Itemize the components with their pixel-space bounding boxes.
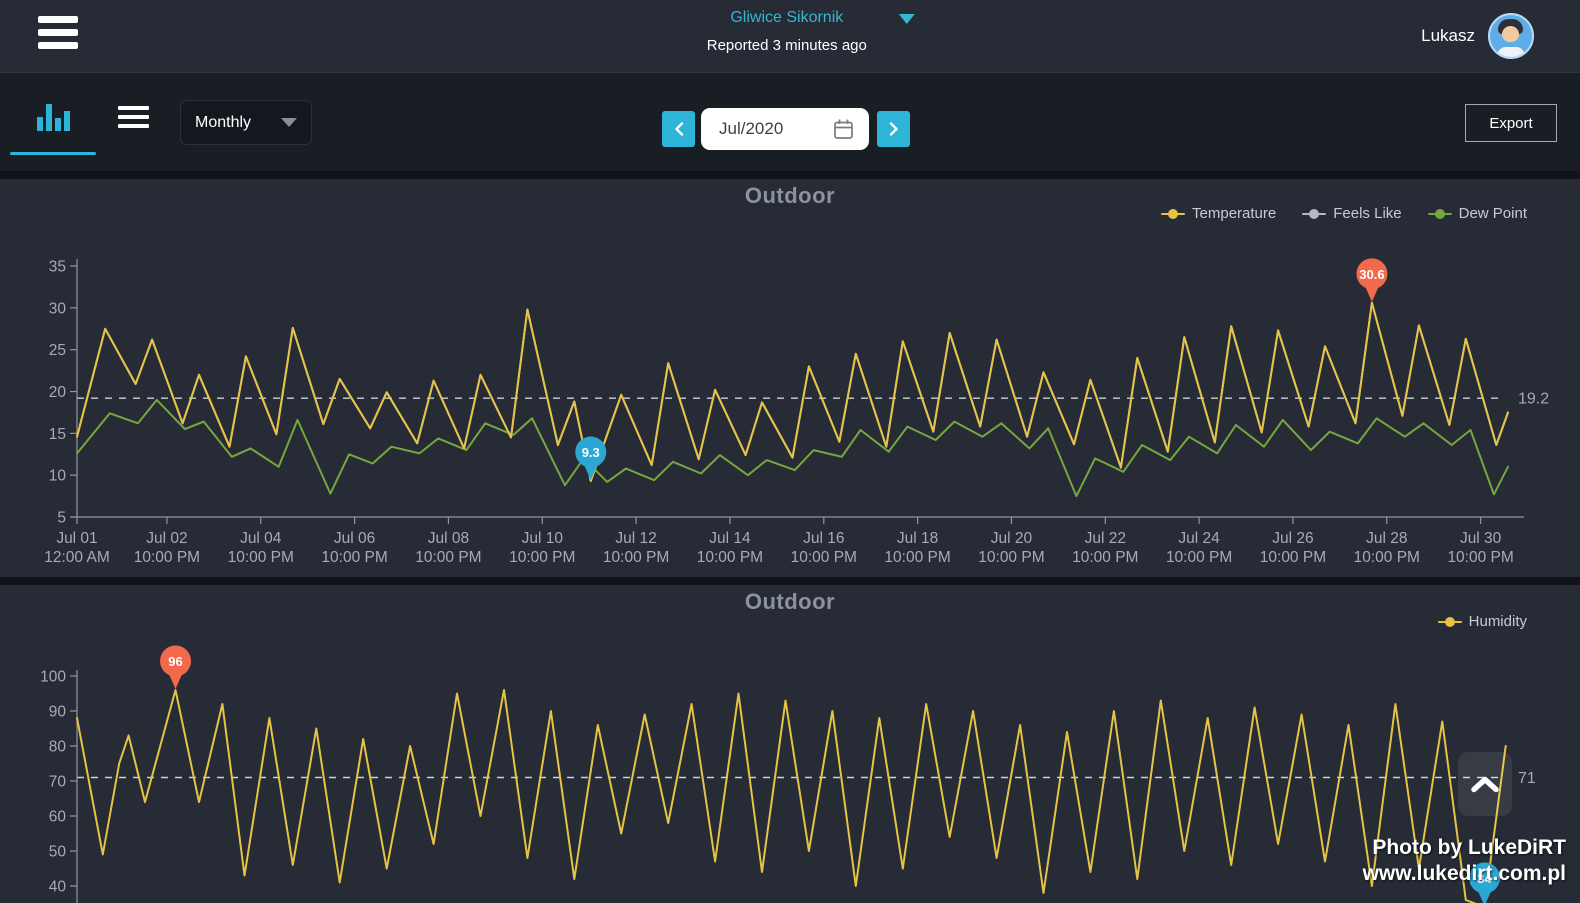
reported-status: Reported 3 minutes ago bbox=[707, 37, 867, 54]
range-select-value: Monthly bbox=[195, 114, 251, 132]
photo-credit-line1: Photo by LukeDiRT bbox=[1363, 835, 1566, 861]
x-axis-label-time: 10:00 PM bbox=[415, 549, 481, 566]
user-area: Lukasz bbox=[1421, 13, 1534, 59]
average-line-label: 71 bbox=[1518, 770, 1536, 787]
x-axis-label-date: Jul 28 bbox=[1366, 530, 1407, 547]
menu-button[interactable] bbox=[38, 15, 80, 55]
tab-chart-view[interactable] bbox=[24, 103, 84, 134]
x-axis-label-date: Jul 04 bbox=[240, 530, 282, 547]
x-axis-label-time: 10:00 PM bbox=[697, 549, 763, 566]
menu-icon bbox=[38, 16, 78, 23]
x-axis-label-time: 10:00 PM bbox=[1072, 549, 1138, 566]
list-icon bbox=[118, 106, 149, 110]
x-axis-label-date: Jul 06 bbox=[334, 530, 375, 547]
x-axis-label-time: 10:00 PM bbox=[978, 549, 1044, 566]
x-axis-label-time: 10:00 PM bbox=[1260, 549, 1326, 566]
x-axis-label-date: Jul 26 bbox=[1272, 530, 1313, 547]
x-axis-label-time: 10:00 PM bbox=[509, 549, 575, 566]
x-axis-label-date: Jul 16 bbox=[803, 530, 844, 547]
x-axis-label-date: Jul 14 bbox=[709, 530, 751, 547]
y-axis-label: 15 bbox=[49, 426, 66, 443]
x-axis-label-date: Jul 22 bbox=[1085, 530, 1126, 547]
station-header: Gliwice Sikornik Reported 3 minutes ago bbox=[707, 9, 867, 54]
x-axis-label-date: Jul 02 bbox=[146, 530, 187, 547]
marker-value-label: 30.6 bbox=[1359, 267, 1384, 282]
chevron-right-icon bbox=[888, 121, 900, 137]
calendar-icon[interactable] bbox=[832, 118, 855, 141]
x-axis-label-date: Jul 20 bbox=[991, 530, 1033, 547]
x-axis-label-time: 10:00 PM bbox=[791, 549, 857, 566]
avatar-face bbox=[1502, 26, 1519, 42]
y-axis-label: 35 bbox=[49, 259, 66, 276]
x-axis-label-date: Jul 12 bbox=[615, 530, 656, 547]
previous-period-button[interactable] bbox=[662, 111, 695, 147]
y-axis-label: 5 bbox=[57, 510, 66, 527]
x-axis-label-time: 10:00 PM bbox=[603, 549, 669, 566]
y-axis-label: 60 bbox=[49, 809, 67, 826]
y-axis-label: 30 bbox=[49, 300, 67, 317]
y-axis-label: 20 bbox=[49, 384, 67, 401]
x-axis-label-date: Jul 24 bbox=[1178, 530, 1220, 547]
user-name: Lukasz bbox=[1421, 26, 1475, 46]
x-axis-label-time: 10:00 PM bbox=[134, 549, 200, 566]
y-axis-label: 10 bbox=[49, 468, 67, 485]
bar-chart-icon bbox=[37, 103, 71, 131]
avatar-shirt bbox=[1497, 47, 1525, 59]
photo-credit: Photo by LukeDiRT www.lukedirt.com.pl bbox=[1363, 835, 1566, 887]
chevron-up-icon bbox=[1470, 776, 1500, 793]
chevron-down-icon bbox=[281, 118, 297, 127]
station-name[interactable]: Gliwice Sikornik bbox=[730, 9, 843, 26]
weather-dashboard: Gliwice Sikornik Reported 3 minutes ago … bbox=[0, 0, 1580, 903]
y-axis-label: 40 bbox=[49, 879, 67, 896]
y-axis-label: 25 bbox=[49, 342, 66, 359]
export-button[interactable]: Export bbox=[1465, 104, 1557, 142]
chevron-left-icon bbox=[673, 121, 685, 137]
x-axis-label-time: 12:00 AM bbox=[44, 549, 110, 566]
chart-toolbar: Monthly Jul/2020 Export bbox=[0, 73, 1580, 171]
date-input[interactable]: Jul/2020 bbox=[701, 108, 869, 150]
x-axis-label-time: 10:00 PM bbox=[1166, 549, 1232, 566]
y-axis-label: 80 bbox=[49, 739, 67, 756]
y-axis-label: 50 bbox=[49, 844, 67, 861]
photo-credit-line2: www.lukedirt.com.pl bbox=[1363, 861, 1566, 887]
x-axis-label-time: 10:00 PM bbox=[884, 549, 950, 566]
dew-point-line bbox=[77, 400, 1508, 496]
x-axis-label-date: Jul 08 bbox=[428, 530, 469, 547]
max-marker-pin: 30.6 bbox=[1356, 258, 1387, 302]
marker-value-label: 96 bbox=[168, 654, 182, 669]
x-axis-label-time: 10:00 PM bbox=[228, 549, 294, 566]
y-axis-label: 100 bbox=[40, 669, 66, 686]
x-axis-label-date: Jul 10 bbox=[522, 530, 564, 547]
x-axis-label-time: 10:00 PM bbox=[321, 549, 387, 566]
humidity-chart[interactable]: 711009080706050409634 bbox=[0, 585, 1580, 903]
x-axis-label-time: 10:00 PM bbox=[1354, 549, 1420, 566]
humidity-chart-panel: Outdoor Humidity 711009080706050409634 bbox=[0, 585, 1580, 903]
x-axis-label-time: 10:00 PM bbox=[1447, 549, 1513, 566]
chevron-down-icon bbox=[899, 14, 915, 24]
station-selector[interactable]: Gliwice Sikornik bbox=[730, 9, 843, 27]
top-bar: Gliwice Sikornik Reported 3 minutes ago … bbox=[0, 0, 1580, 73]
avatar[interactable] bbox=[1488, 13, 1534, 59]
x-axis-label-date: Jul 01 bbox=[56, 530, 97, 547]
temperature-chart-panel: Outdoor TemperatureFeels LikeDew Point 1… bbox=[0, 179, 1580, 577]
average-line-label: 19.2 bbox=[1518, 391, 1549, 408]
min-marker-pin: 9.3 bbox=[575, 437, 606, 481]
x-axis-label-date: Jul 18 bbox=[897, 530, 938, 547]
scroll-to-top-button[interactable] bbox=[1458, 752, 1512, 816]
y-axis-label: 70 bbox=[49, 774, 67, 791]
range-select[interactable]: Monthly bbox=[180, 100, 312, 145]
y-axis-label: 90 bbox=[49, 704, 67, 721]
humidity-line bbox=[77, 690, 1506, 903]
max-marker-pin: 96 bbox=[160, 646, 191, 690]
x-axis-label-date: Jul 30 bbox=[1460, 530, 1502, 547]
tab-list-view[interactable] bbox=[118, 106, 149, 133]
marker-value-label: 9.3 bbox=[582, 445, 600, 460]
temperature-chart[interactable]: 19.2 35 30 25 20 15 10 5 Jul 01 12:00 AM Jul 02 10:… bbox=[0, 179, 1580, 577]
date-input-value: Jul/2020 bbox=[719, 119, 783, 139]
active-tab-indicator bbox=[10, 152, 96, 155]
temperature-line bbox=[77, 303, 1508, 481]
next-period-button[interactable] bbox=[877, 111, 910, 147]
